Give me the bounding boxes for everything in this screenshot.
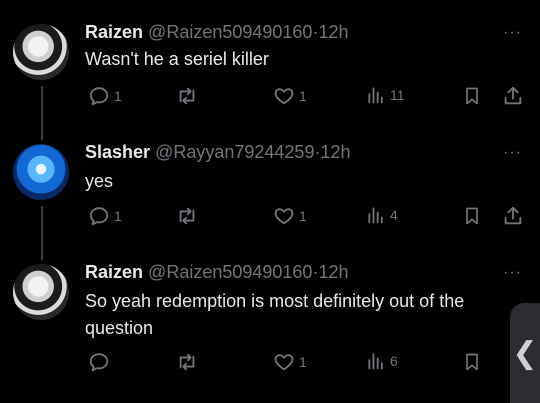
heart-icon — [274, 88, 294, 105]
display-name[interactable]: Slasher — [85, 142, 150, 162]
reply-button[interactable]: 1 — [88, 205, 122, 227]
reply-count: 1 — [114, 208, 122, 224]
heart-icon — [274, 354, 294, 371]
bookmark-button[interactable] — [462, 85, 482, 107]
analytics-icon — [368, 353, 383, 370]
retweet-icon — [179, 207, 195, 225]
retweet-button[interactable] — [175, 85, 199, 107]
avatar[interactable] — [13, 144, 69, 200]
share-button[interactable] — [502, 205, 524, 227]
timestamp[interactable]: 12h — [318, 22, 348, 42]
heart-icon — [274, 208, 294, 225]
timestamp[interactable]: 12h — [318, 262, 348, 282]
tweet-text: yes — [85, 171, 114, 191]
bookmark-icon — [466, 353, 478, 371]
action-bar: 1 1 11 — [0, 85, 540, 109]
view-count: 4 — [390, 207, 398, 223]
more-options-icon[interactable]: ··· — [503, 264, 522, 282]
reply-icon — [89, 207, 109, 226]
views-button[interactable]: 6 — [366, 351, 398, 371]
view-count: 6 — [390, 353, 398, 369]
bookmark-icon — [466, 87, 478, 105]
more-options-icon[interactable]: ··· — [503, 144, 522, 162]
tweet[interactable]: Raizen @Raizen509490160·12h ··· So yeah … — [0, 262, 540, 403]
reply-count: 1 — [114, 88, 122, 104]
reply-icon — [89, 87, 109, 106]
reply-button[interactable] — [88, 351, 114, 373]
tweet-header: Raizen @Raizen509490160·12h — [85, 262, 349, 283]
user-handle[interactable]: @Raizen509490160 — [148, 22, 312, 42]
tweet-text: Wasn't he a seriel killer — [85, 49, 269, 69]
bookmark-button[interactable] — [462, 205, 482, 227]
retweet-button[interactable] — [175, 205, 199, 227]
action-bar: 1 1 4 — [0, 205, 540, 229]
like-count: 1 — [299, 208, 307, 224]
share-icon — [504, 206, 522, 225]
share-icon — [504, 86, 522, 105]
like-button[interactable]: 1 — [273, 351, 307, 373]
avatar[interactable] — [13, 264, 69, 320]
avatar[interactable] — [13, 24, 69, 80]
views-button[interactable]: 11 — [366, 85, 405, 105]
like-button[interactable]: 1 — [273, 85, 307, 107]
action-bar: 1 6 — [0, 351, 540, 375]
bookmark-icon — [466, 207, 478, 225]
user-handle[interactable]: @Raizen509490160 — [148, 262, 312, 282]
retweet-icon — [179, 353, 195, 371]
tweet[interactable]: Raizen @Raizen509490160·12h ··· Wasn't h… — [0, 22, 540, 132]
display-name[interactable]: Raizen — [85, 262, 143, 282]
reply-button[interactable]: 1 — [88, 85, 122, 107]
analytics-icon — [368, 87, 383, 104]
view-count: 11 — [390, 87, 405, 103]
chevron-left-icon: ❮ — [512, 336, 538, 370]
side-drawer-handle[interactable]: ❮ — [510, 303, 540, 403]
display-name[interactable]: Raizen — [85, 22, 143, 42]
tweet-header: Raizen @Raizen509490160·12h — [85, 22, 349, 43]
user-handle[interactable]: @Rayyan79244259 — [155, 142, 314, 162]
tweet-header: Slasher @Rayyan79244259·12h — [85, 142, 351, 163]
tweet[interactable]: Slasher @Rayyan79244259·12h ··· yes 1 1 … — [0, 142, 540, 252]
tweet-text: So yeah redemption is most definitely ou… — [85, 291, 465, 338]
like-count: 1 — [299, 354, 307, 370]
like-count: 1 — [299, 88, 307, 104]
timestamp[interactable]: 12h — [320, 142, 350, 162]
views-button[interactable]: 4 — [366, 205, 398, 225]
like-button[interactable]: 1 — [273, 205, 307, 227]
retweet-icon — [179, 87, 195, 105]
analytics-icon — [368, 207, 383, 224]
share-button[interactable] — [502, 85, 524, 107]
more-options-icon[interactable]: ··· — [503, 24, 522, 42]
retweet-button[interactable] — [175, 351, 199, 373]
reply-icon — [89, 353, 109, 372]
bookmark-button[interactable] — [462, 351, 482, 373]
